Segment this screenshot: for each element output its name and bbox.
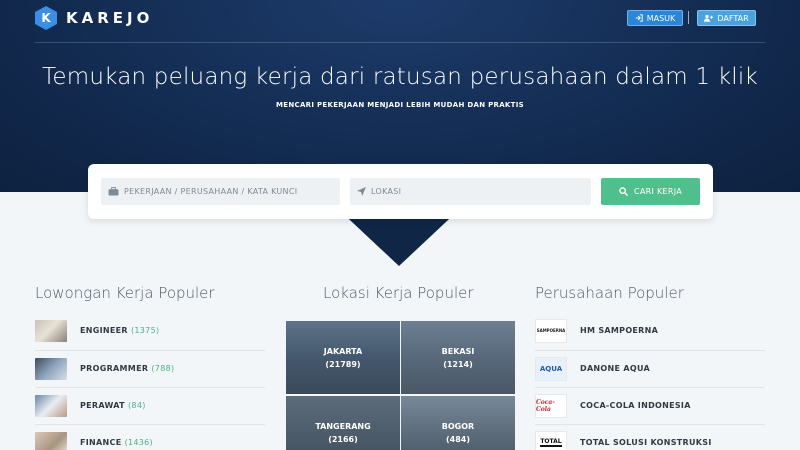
- location-city: JAKARTA: [323, 346, 363, 356]
- nav-divider: [688, 11, 689, 24]
- company-item-aqua[interactable]: AQUA DANONE AQUA: [535, 350, 765, 387]
- company-logo-text: SAMPOERNA: [536, 328, 566, 333]
- location-count: (2166): [328, 434, 358, 444]
- login-icon: [635, 14, 643, 22]
- location-count: (1214): [443, 359, 473, 369]
- job-item-finance[interactable]: FINANCE (1436): [35, 424, 265, 450]
- company-name: COCA-COLA INDONESIA: [580, 401, 691, 410]
- search-button-label: CARI KERJA: [633, 187, 683, 196]
- company-logo-text: TOTAL: [540, 438, 562, 447]
- job-label: PROGRAMMER: [80, 364, 149, 373]
- job-item-programmer[interactable]: PROGRAMMER (788): [35, 350, 265, 387]
- top-navbar: K KAREJO MASUK DAFTAR: [0, 0, 800, 42]
- location-city: TANGERANG: [315, 421, 371, 431]
- location-arrow-icon: [357, 187, 366, 196]
- job-count: (84): [128, 401, 146, 410]
- company-item-coca-cola[interactable]: Coca-Cola COCA-COLA INDONESIA: [535, 387, 765, 424]
- login-label: MASUK: [646, 13, 676, 23]
- job-label: ENGINEER: [80, 326, 128, 335]
- location-city: BEKASI: [441, 346, 475, 356]
- job-thumbnail: [35, 394, 67, 417]
- company-logo: AQUA: [535, 356, 567, 381]
- popular-companies-title: Perusahaan Populer: [535, 284, 684, 302]
- search-button[interactable]: CARI KERJA: [601, 178, 700, 205]
- company-name: HM SAMPOERNA: [580, 326, 659, 335]
- location-search-input[interactable]: [371, 187, 571, 196]
- logo-hexagon-icon: K: [35, 6, 57, 30]
- hero-subtitle: MENCARI PEKERJAAN MENJADI LEBIH MUDAH DA…: [276, 101, 524, 109]
- company-item-total[interactable]: TOTAL TOTAL SOLUSI KONSTRUKSI: [535, 424, 765, 450]
- company-logo: SAMPOERNA: [535, 318, 567, 343]
- company-name: DANONE AQUA: [580, 364, 651, 373]
- popular-locations-title: Lokasi Kerja Populer: [323, 284, 474, 302]
- search-icon: [619, 187, 628, 196]
- location-count: (21789): [325, 359, 361, 369]
- location-tile-bogor[interactable]: BOGOR (484): [401, 396, 515, 450]
- popular-jobs-title: Lowongan Kerja Populer: [35, 284, 215, 302]
- login-button[interactable]: MASUK: [627, 10, 683, 26]
- job-thumbnail: [35, 319, 67, 342]
- job-label: FINANCE: [80, 438, 122, 447]
- hero-title: Temukan peluang kerja dari ratusan perus…: [42, 64, 758, 90]
- job-count: (1436): [124, 438, 153, 447]
- job-search-input[interactable]: [124, 187, 324, 196]
- company-logo: Coca-Cola: [535, 393, 567, 418]
- company-logo: TOTAL: [535, 430, 567, 450]
- job-thumbnail: [35, 431, 67, 450]
- user-plus-icon: [704, 14, 714, 22]
- brand-name: KAREJO: [66, 9, 154, 27]
- job-search-field[interactable]: [101, 178, 340, 205]
- job-count: (788): [151, 364, 175, 373]
- company-logo-text: AQUA: [539, 364, 563, 373]
- location-city: BOGOR: [441, 421, 475, 431]
- job-count: (1375): [130, 326, 160, 335]
- location-tile-bekasi[interactable]: BEKASI (1214): [401, 321, 515, 394]
- company-item-sampoerna[interactable]: SAMPOERNA HM SAMPOERNA: [535, 312, 765, 349]
- location-search-field[interactable]: [350, 178, 591, 205]
- register-label: DAFTAR: [717, 13, 749, 23]
- location-tile-tangerang[interactable]: TANGERANG (2166): [286, 396, 400, 450]
- company-logo-text: Coca-Cola: [536, 398, 555, 413]
- brand-logo[interactable]: K KAREJO: [35, 6, 153, 30]
- search-card: CARI KERJA: [88, 164, 713, 219]
- location-count: (484): [445, 434, 470, 444]
- register-button[interactable]: DAFTAR: [697, 10, 756, 26]
- briefcase-icon: [108, 187, 119, 196]
- job-label: PERAWAT: [80, 401, 125, 410]
- job-item-perawat[interactable]: PERAWAT (84): [35, 387, 265, 424]
- job-item-engineer[interactable]: ENGINEER (1375): [35, 312, 265, 349]
- company-name: TOTAL SOLUSI KONSTRUKSI: [580, 438, 712, 447]
- nav-divider-line: [35, 42, 765, 43]
- job-thumbnail: [35, 357, 67, 380]
- location-tile-jakarta[interactable]: JAKARTA (21789): [286, 321, 400, 394]
